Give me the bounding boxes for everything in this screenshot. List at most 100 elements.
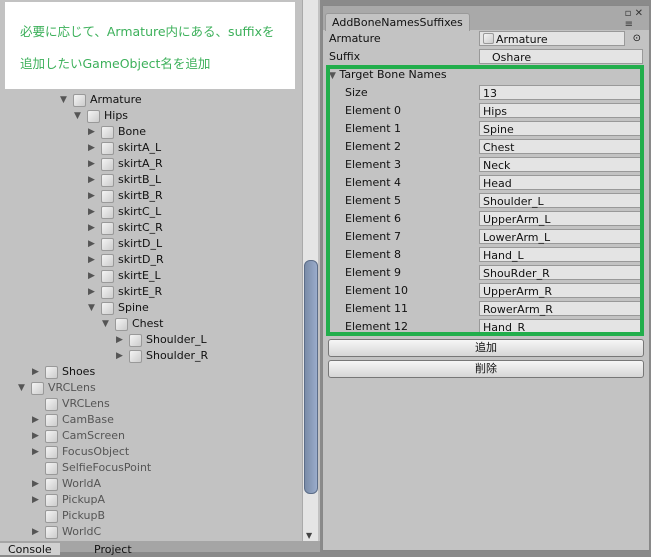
- expand-arrow-right-icon[interactable]: ▶: [88, 172, 98, 188]
- gameobject-icon: [45, 446, 58, 459]
- annotation-box: 必要に応じて、Armature内にある、suffixを 追加したいGameObj…: [5, 2, 295, 89]
- highlight-box: [326, 65, 644, 336]
- annotation-line-2: 追加したいGameObject名を追加: [20, 56, 211, 71]
- add-bone-names-suffixes-window: AddBoneNamesSuffixes ▫ ✕ ≡ Armature Armat…: [322, 5, 650, 551]
- expand-arrow-right-icon[interactable]: ▶: [88, 124, 98, 140]
- gameobject-icon: [101, 206, 114, 219]
- tab-project[interactable]: Project: [86, 543, 140, 556]
- hierarchy-scrollbar[interactable]: ▼: [302, 0, 318, 544]
- hierarchy-item-label: skirtE_R: [118, 285, 163, 298]
- gameobject-icon: [45, 462, 58, 475]
- suffix-label: Suffix: [329, 50, 361, 63]
- hierarchy-item-label: skirtA_L: [118, 141, 162, 154]
- expand-arrow-down-icon[interactable]: ▼: [88, 300, 98, 316]
- hierarchy-item-label: VRCLens: [62, 397, 110, 410]
- annotation-line-1: 必要に応じて、Armature内にある、suffixを: [20, 24, 275, 39]
- gameobject-icon: [101, 174, 114, 187]
- gameobject-icon: [45, 430, 58, 443]
- expand-arrow-right-icon[interactable]: ▶: [88, 156, 98, 172]
- hierarchy-item-label: WorldC: [62, 525, 102, 538]
- hierarchy-item-label: CamBase: [62, 413, 114, 426]
- gameobject-icon: [45, 478, 58, 491]
- gameobject-icon: [73, 94, 86, 107]
- expand-arrow-down-icon[interactable]: ▼: [18, 380, 28, 396]
- armature-row: Armature Armature ⊙: [329, 30, 643, 48]
- gameobject-icon: [45, 398, 58, 411]
- hierarchy-item-label: Bone: [118, 125, 147, 138]
- gameobject-icon: [31, 382, 44, 395]
- expand-arrow-right-icon[interactable]: ▶: [32, 444, 42, 460]
- hierarchy-item-label: skirtA_R: [118, 157, 163, 170]
- gameobject-icon: [129, 334, 142, 347]
- expand-arrow-right-icon[interactable]: ▶: [88, 220, 98, 236]
- expand-arrow-right-icon[interactable]: ▶: [88, 284, 98, 300]
- expand-arrow-right-icon[interactable]: ▶: [88, 236, 98, 252]
- hierarchy-item-label: skirtC_R: [118, 221, 163, 234]
- gameobject-icon: [101, 238, 114, 251]
- expand-arrow-right-icon[interactable]: ▶: [88, 140, 98, 156]
- hierarchy-item-label: skirtD_L: [118, 237, 163, 250]
- hierarchy-item-label: Shoulder_R: [146, 349, 209, 362]
- expand-arrow-down-icon[interactable]: ▼: [60, 92, 70, 108]
- expand-arrow-right-icon[interactable]: ▶: [116, 348, 126, 364]
- maximize-icon[interactable]: ▫: [625, 8, 632, 19]
- tab-console[interactable]: Console: [0, 543, 60, 556]
- suffix-input[interactable]: Oshare: [479, 49, 643, 64]
- hierarchy-item-label: PickupB: [62, 509, 106, 522]
- expand-arrow-right-icon[interactable]: ▶: [88, 252, 98, 268]
- hierarchy-item-label: FocusObject: [62, 445, 130, 458]
- expand-arrow-right-icon[interactable]: ▶: [32, 524, 42, 540]
- hierarchy-item-label: skirtB_L: [118, 173, 162, 186]
- hierarchy-item-label: skirtD_R: [118, 253, 164, 266]
- window-tabbar: AddBoneNamesSuffixes ▫ ✕ ≡: [323, 6, 649, 31]
- gameobject-icon: [101, 270, 114, 283]
- hierarchy-item-label: CamScreen: [62, 429, 125, 442]
- gameobject-icon: [87, 110, 100, 123]
- hierarchy-item-label: Shoes: [62, 365, 96, 378]
- hierarchy-item-label: skirtC_L: [118, 205, 162, 218]
- hierarchy-item-label: WorldA: [62, 477, 102, 490]
- hierarchy-item-label: Chest: [132, 317, 164, 330]
- expand-arrow-right-icon[interactable]: ▶: [32, 492, 42, 508]
- armature-field[interactable]: Armature: [479, 31, 625, 46]
- expand-arrow-down-icon[interactable]: ▼: [74, 108, 84, 124]
- hierarchy-item-label: SelfieFocusPoint: [62, 461, 152, 474]
- bottom-tabs: Console Project: [0, 541, 320, 556]
- expand-arrow-right-icon[interactable]: ▶: [32, 428, 42, 444]
- expand-arrow-right-icon[interactable]: ▶: [32, 476, 42, 492]
- scroll-down-arrow-icon[interactable]: ▼: [306, 531, 312, 540]
- expand-arrow-right-icon[interactable]: ▶: [88, 268, 98, 284]
- expand-arrow-right-icon[interactable]: ▶: [32, 412, 42, 428]
- gameobject-icon: [45, 526, 58, 539]
- gameobject-icon: [129, 350, 142, 363]
- menu-icon[interactable]: ≡: [625, 19, 633, 30]
- gameobject-icon: [101, 142, 114, 155]
- gameobject-icon: [45, 414, 58, 427]
- gameobject-icon: [45, 366, 58, 379]
- gameobject-icon: [101, 190, 114, 203]
- expand-arrow-right-icon[interactable]: ▶: [116, 332, 126, 348]
- window-tab[interactable]: AddBoneNamesSuffixes: [325, 13, 470, 31]
- armature-value: Armature: [496, 33, 548, 46]
- remove-button[interactable]: 削除: [328, 360, 644, 378]
- suffix-row: Suffix Oshare: [329, 48, 643, 66]
- gameobject-icon: [115, 318, 128, 331]
- expand-arrow-down-icon[interactable]: ▼: [102, 316, 112, 332]
- armature-label: Armature: [329, 32, 381, 45]
- hierarchy-item-label: Shoulder_L: [146, 333, 207, 346]
- gameobject-icon: [45, 494, 58, 507]
- scrollbar-thumb[interactable]: [304, 260, 318, 494]
- close-icon[interactable]: ✕: [635, 8, 643, 19]
- hierarchy-panel: ▼ Armature ▼ Hips ▶ Bone ▶ skirtA_L ▶ skirtA_R ▶ sk…: [0, 0, 320, 544]
- hierarchy-item-label: Armature: [90, 93, 142, 106]
- add-button[interactable]: 追加: [328, 339, 644, 357]
- gameobject-icon: [101, 158, 114, 171]
- hierarchy-item-label: Hips: [104, 109, 129, 122]
- object-picker-icon[interactable]: ⊙: [633, 30, 641, 48]
- gameobject-icon: [101, 222, 114, 235]
- expand-arrow-right-icon[interactable]: ▶: [88, 204, 98, 220]
- expand-arrow-right-icon[interactable]: ▶: [88, 188, 98, 204]
- hierarchy-item-label: skirtB_R: [118, 189, 163, 202]
- expand-arrow-right-icon[interactable]: ▶: [32, 364, 42, 380]
- window-controls[interactable]: ▫ ✕ ≡: [625, 8, 643, 30]
